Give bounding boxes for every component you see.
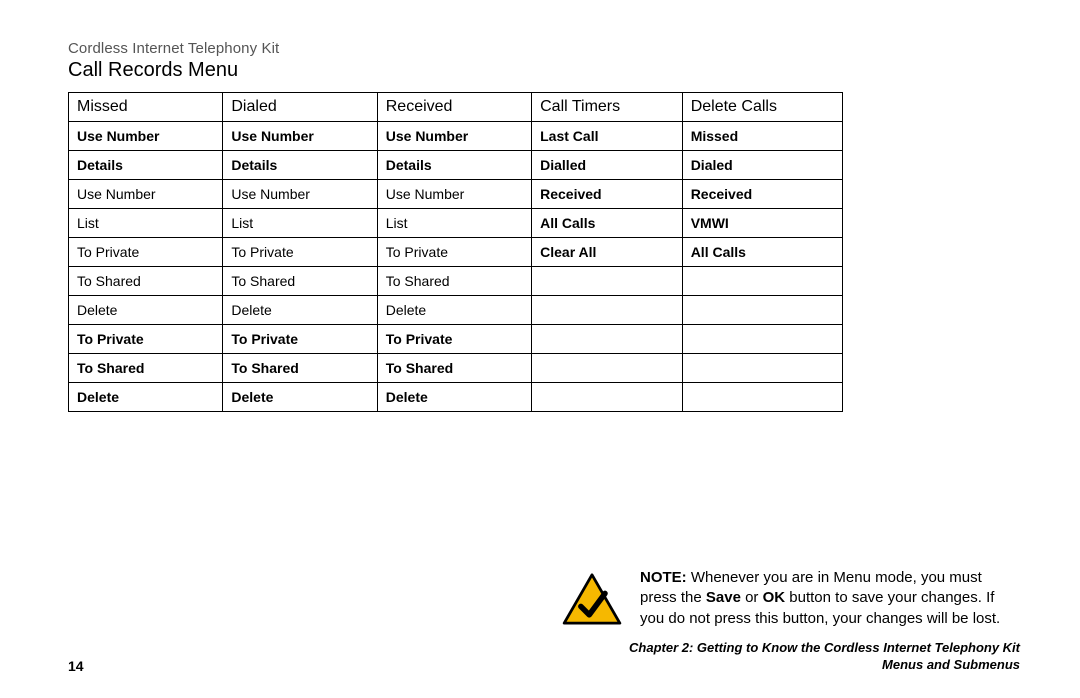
table-row: Use NumberUse NumberUse NumberLast CallM… [69, 122, 843, 151]
table-cell: List [223, 209, 377, 238]
warning-checkmark-icon [562, 573, 622, 625]
table-column-header: Missed [69, 93, 223, 122]
table-cell: To Shared [223, 267, 377, 296]
table-cell: Received [532, 180, 683, 209]
table-header-row: MissedDialedReceivedCall TimersDelete Ca… [69, 93, 843, 122]
table-column-header: Call Timers [532, 93, 683, 122]
table-cell: Use Number [377, 122, 531, 151]
table-column-header: Received [377, 93, 531, 122]
table-cell: All Calls [532, 209, 683, 238]
table-cell: Missed [682, 122, 842, 151]
table-cell: To Shared [223, 354, 377, 383]
table-row: To PrivateTo PrivateTo Private [69, 325, 843, 354]
table-cell: Use Number [69, 122, 223, 151]
table-cell: Delete [223, 383, 377, 412]
table-row: To PrivateTo PrivateTo PrivateClear AllA… [69, 238, 843, 267]
table-column-header: Delete Calls [682, 93, 842, 122]
table-cell: Use Number [223, 180, 377, 209]
table-cell: List [377, 209, 531, 238]
table-cell: Details [69, 151, 223, 180]
table-cell: To Private [223, 238, 377, 267]
table-row: ListListListAll CallsVMWI [69, 209, 843, 238]
table-cell: To Private [69, 238, 223, 267]
table-cell: To Shared [377, 354, 531, 383]
table-cell: List [69, 209, 223, 238]
page-title: Call Records Menu [68, 59, 1012, 82]
chapter-line: Chapter 2: Getting to Know the Cordless … [629, 639, 1020, 657]
table-cell: To Shared [69, 354, 223, 383]
table-cell: VMWI [682, 209, 842, 238]
table-cell: Delete [69, 296, 223, 325]
table-cell: To Private [377, 238, 531, 267]
table-row: DeleteDeleteDelete [69, 296, 843, 325]
table-cell: To Private [377, 325, 531, 354]
table-cell: To Shared [377, 267, 531, 296]
note-callout: NOTE: Whenever you are in Menu mode, you… [68, 568, 1020, 629]
note-label: NOTE: [640, 569, 687, 586]
table-cell: Delete [377, 296, 531, 325]
table-cell: Delete [377, 383, 531, 412]
table-cell: To Private [69, 325, 223, 354]
table-row: Use NumberUse NumberUse NumberReceivedRe… [69, 180, 843, 209]
table-cell [532, 296, 683, 325]
table-cell: All Calls [682, 238, 842, 267]
table-cell: Dialled [532, 151, 683, 180]
table-cell [682, 296, 842, 325]
table-row: DetailsDetailsDetailsDialledDialed [69, 151, 843, 180]
product-line: Cordless Internet Telephony Kit [68, 40, 1012, 57]
table-cell [532, 325, 683, 354]
table-cell [532, 354, 683, 383]
note-save: Save [706, 589, 741, 606]
table-row: To SharedTo SharedTo Shared [69, 267, 843, 296]
chapter-block: Chapter 2: Getting to Know the Cordless … [629, 639, 1020, 674]
call-records-table: MissedDialedReceivedCall TimersDelete Ca… [68, 92, 843, 412]
table-cell: Use Number [69, 180, 223, 209]
table-cell: Received [682, 180, 842, 209]
note-ok: OK [763, 589, 786, 606]
table-row: DeleteDeleteDelete [69, 383, 843, 412]
table-cell: Details [223, 151, 377, 180]
table-cell [682, 267, 842, 296]
table-cell: Last Call [532, 122, 683, 151]
table-cell: To Private [223, 325, 377, 354]
note-text: NOTE: Whenever you are in Menu mode, you… [640, 568, 1020, 629]
chapter-subline: Menus and Submenus [629, 656, 1020, 674]
table-row: To SharedTo SharedTo Shared [69, 354, 843, 383]
table-cell [682, 354, 842, 383]
table-cell: Clear All [532, 238, 683, 267]
table-cell [532, 383, 683, 412]
table-column-header: Dialed [223, 93, 377, 122]
table-cell [682, 383, 842, 412]
page-number: 14 [68, 658, 84, 674]
table-cell [532, 267, 683, 296]
table-cell: Use Number [377, 180, 531, 209]
table-cell [682, 325, 842, 354]
note-or: or [741, 589, 763, 606]
table-cell: Delete [223, 296, 377, 325]
table-cell: Delete [69, 383, 223, 412]
table-cell: Use Number [223, 122, 377, 151]
table-cell: To Shared [69, 267, 223, 296]
table-cell: Details [377, 151, 531, 180]
table-cell: Dialed [682, 151, 842, 180]
